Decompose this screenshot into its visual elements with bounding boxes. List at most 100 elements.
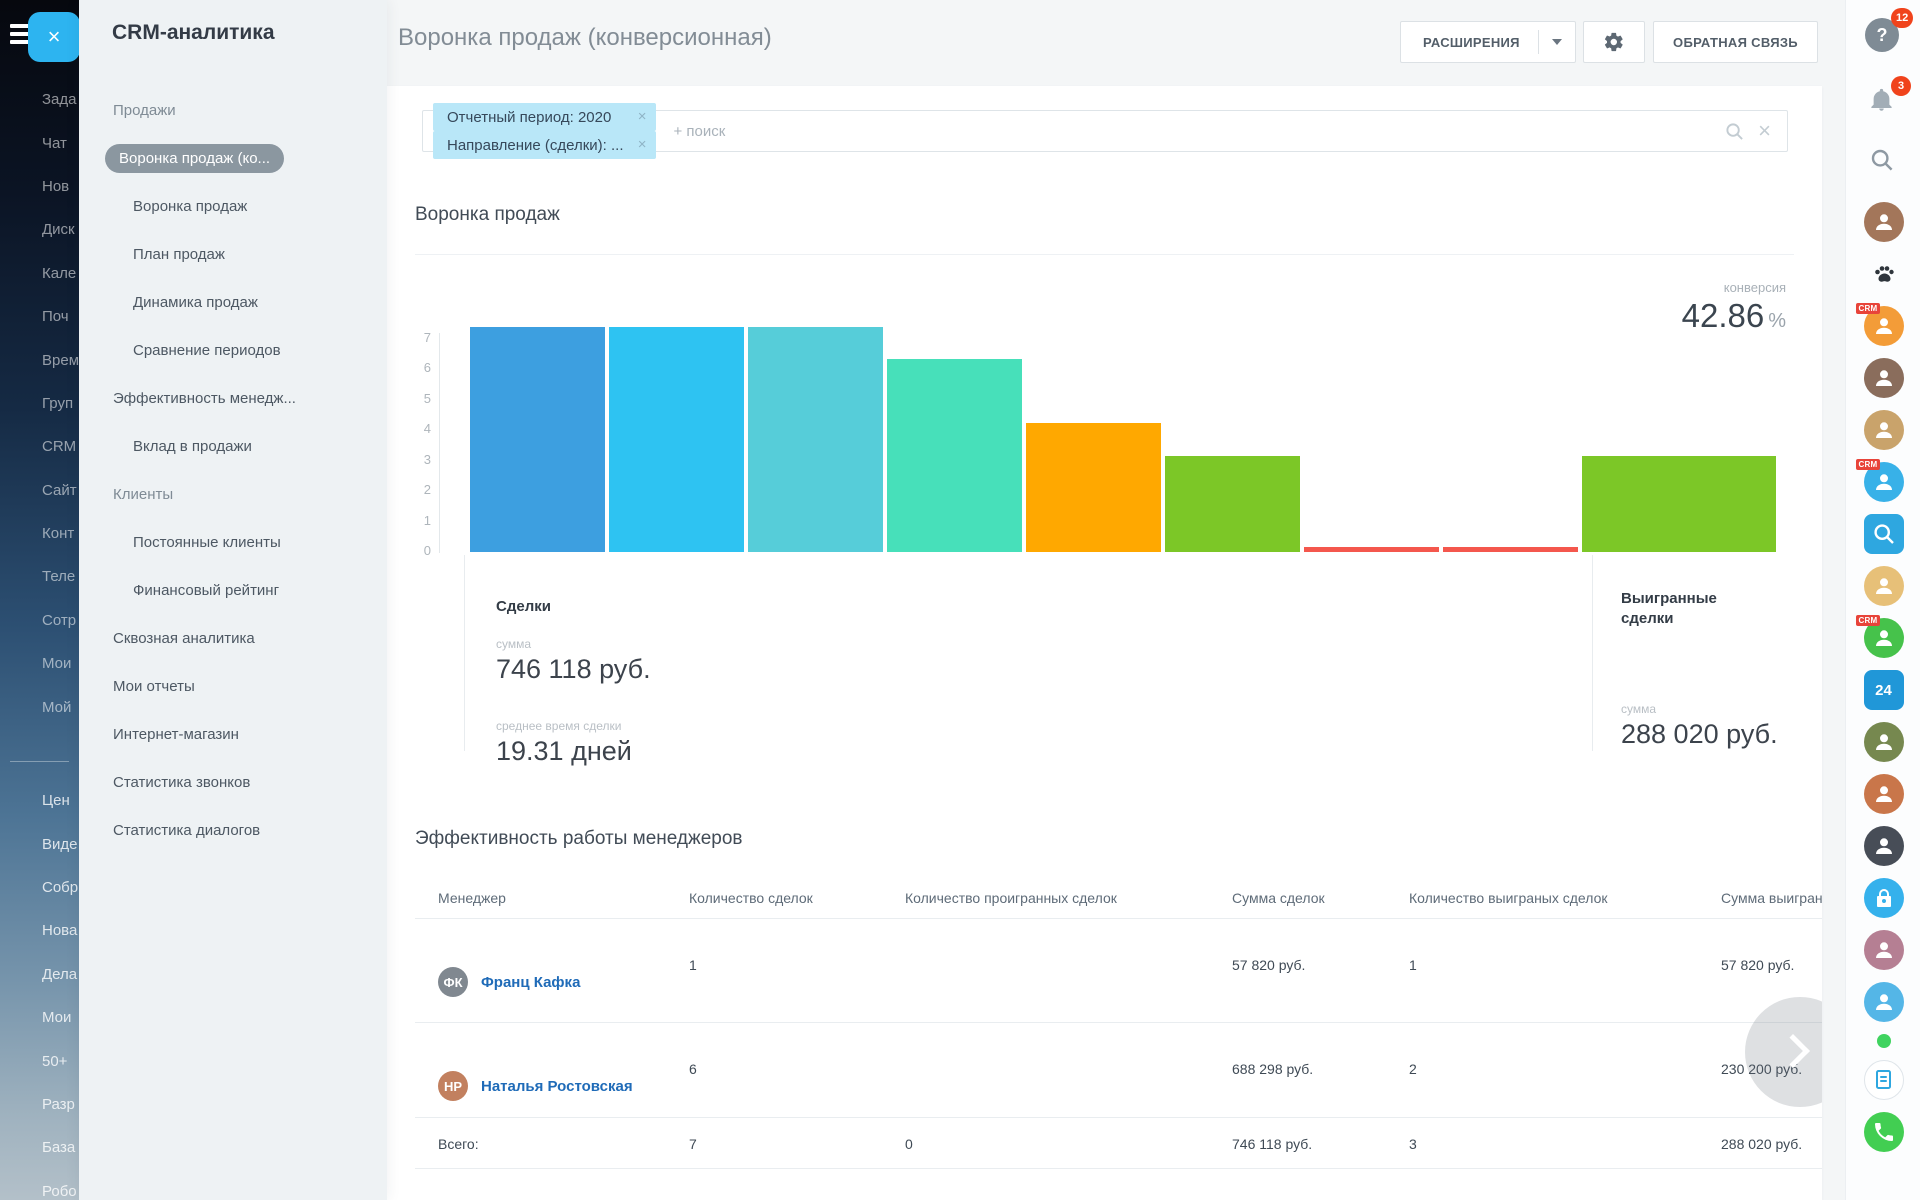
avatar[interactable] (1864, 410, 1904, 450)
funnel-bar[interactable] (470, 327, 605, 552)
funnel-bar[interactable] (1026, 423, 1161, 552)
column-header[interactable]: Количество сделок (666, 874, 882, 919)
column-header[interactable]: Количество проигранных сделок (882, 874, 1209, 919)
left-menu-item[interactable]: Конт (0, 512, 79, 555)
phone-icon[interactable] (1864, 1112, 1904, 1152)
left-menu-item[interactable]: База (0, 1126, 79, 1169)
remove-chip-icon[interactable]: × (638, 108, 647, 125)
lock-icon[interactable] (1864, 878, 1904, 918)
left-menu-item[interactable]: Робо (0, 1170, 79, 1200)
left-menu-item[interactable]: Мои (0, 642, 79, 685)
avatar[interactable] (1864, 358, 1904, 398)
filter-bar[interactable]: Отчетный период: 2020×Направление (сделк… (422, 110, 1788, 152)
sidebar-item[interactable]: Динамика продаж (79, 278, 387, 326)
sidebar-item[interactable]: Статистика звонков (79, 758, 387, 806)
column-header[interactable]: Менеджер (415, 874, 666, 919)
funnel-bar[interactable] (887, 359, 1022, 552)
search-icon[interactable] (1725, 122, 1744, 141)
avatar[interactable] (1864, 982, 1904, 1022)
funnel-bar[interactable] (1165, 456, 1300, 552)
left-menu-item[interactable]: Мой (0, 685, 79, 728)
avatar[interactable] (1864, 722, 1904, 762)
managers-section-title: Эффективность работы менеджеров (415, 828, 743, 850)
left-menu-item[interactable]: Цен (0, 779, 79, 822)
extensions-button[interactable]: РАСШИРЕНИЯ (1400, 21, 1576, 63)
sidebar-item[interactable]: Постоянные клиенты (79, 518, 387, 566)
sidebar-item-selected[interactable]: Воронка продаж (ко... (79, 134, 387, 182)
close-menu-button[interactable]: × (28, 12, 80, 62)
sidebar-item[interactable]: Статистика диалогов (79, 806, 387, 854)
left-menu-item[interactable]: Разр (0, 1083, 79, 1126)
settings-button[interactable] (1583, 21, 1645, 63)
left-menu-item[interactable]: Нов (0, 165, 79, 208)
avatar[interactable] (1864, 566, 1904, 606)
funnel-bar[interactable] (1304, 547, 1439, 552)
left-menu-item[interactable]: Диск (0, 208, 79, 251)
sidebar-item[interactable]: Сквозная аналитика (79, 614, 387, 662)
left-menu-item[interactable]: Чат (0, 121, 79, 164)
total-label: Всего: (415, 1118, 666, 1169)
sidebar-item[interactable]: Мои отчеты (79, 662, 387, 710)
filter-chip[interactable]: Направление (сделки): ...× (433, 131, 656, 159)
funnel-bar[interactable] (1582, 456, 1776, 552)
rail-search-button[interactable] (1870, 148, 1894, 177)
sidebar-item[interactable]: Эффективность менедж... (79, 374, 387, 422)
sidebar-item-label: Воронка продаж (ко... (105, 144, 284, 173)
column-header[interactable]: Сумма выигранных сделок (1698, 874, 1822, 919)
left-menu-item[interactable]: Теле (0, 555, 79, 598)
search-icon[interactable] (1864, 514, 1904, 554)
left-menu-item[interactable]: Собр (0, 866, 79, 909)
left-menu-item[interactable]: Дела (0, 953, 79, 996)
column-header[interactable]: Количество выиграных сделок (1386, 874, 1698, 919)
manager-name[interactable]: Наталья Ростовская (481, 1078, 633, 1095)
paw-icon[interactable] (1864, 254, 1904, 294)
left-menu-item[interactable]: Зада (0, 78, 79, 121)
avatar[interactable]: CRM (1864, 618, 1904, 658)
left-menu-item[interactable]: Сайт (0, 469, 79, 512)
left-menu-item[interactable]: Поч (0, 295, 79, 338)
feedback-button[interactable]: ОБРАТНАЯ СВЯЗЬ (1653, 21, 1818, 63)
table-row: НРНаталья Ростовская6688 298 руб.2230 20… (415, 1023, 1822, 1118)
gear-icon (1603, 31, 1625, 53)
avatar[interactable] (1864, 202, 1904, 242)
avatar[interactable]: CRM (1864, 306, 1904, 346)
left-menu-item[interactable]: 50+ (0, 1039, 79, 1082)
table-cell: 6 (666, 1023, 882, 1118)
extensions-dropdown[interactable] (1539, 39, 1575, 45)
manager-link[interactable]: НРНаталья Ростовская (438, 1071, 666, 1101)
left-menu-item[interactable]: Виде (0, 822, 79, 865)
left-menu-item[interactable]: Врем (0, 338, 79, 381)
search-input[interactable] (666, 123, 1726, 140)
left-menu-item[interactable]: Груп (0, 382, 79, 425)
sidebar-item[interactable]: Вклад в продажи (79, 422, 387, 470)
sidebar-item[interactable]: Сравнение периодов (79, 326, 387, 374)
sidebar-item[interactable]: План продаж (79, 230, 387, 278)
sidebar-item[interactable]: Клиенты (79, 470, 387, 518)
manager-name[interactable]: Франц Кафка (481, 974, 580, 991)
funnel-bar[interactable] (609, 327, 744, 552)
manager-link[interactable]: ФКФранц Кафка (438, 967, 666, 997)
sidebar-item[interactable]: Продажи (79, 86, 387, 134)
left-menu-item[interactable]: Сотр (0, 599, 79, 642)
b24-icon[interactable]: 24 (1864, 670, 1904, 710)
left-menu-item[interactable]: CRM (0, 425, 79, 468)
doc-icon[interactable] (1864, 1060, 1904, 1100)
left-menu-item[interactable]: Мои (0, 996, 79, 1039)
left-menu-item[interactable]: Кале (0, 252, 79, 295)
remove-chip-icon[interactable]: × (638, 136, 647, 153)
status-dot-icon[interactable] (1877, 1034, 1891, 1048)
filter-chip[interactable]: Отчетный период: 2020× (433, 103, 656, 131)
funnel-bar[interactable] (748, 327, 883, 552)
avatar[interactable] (1864, 930, 1904, 970)
column-header[interactable]: Сумма сделок (1209, 874, 1386, 919)
avatar[interactable] (1864, 774, 1904, 814)
notifications-button[interactable] (1868, 86, 1895, 118)
left-menu-item[interactable]: Нова (0, 909, 79, 952)
clear-filter-icon[interactable]: × (1758, 120, 1771, 142)
avatar[interactable] (1864, 826, 1904, 866)
funnel-bar[interactable] (1443, 547, 1578, 552)
sidebar-item[interactable]: Воронка продаж (79, 182, 387, 230)
avatar[interactable]: CRM (1864, 462, 1904, 502)
sidebar-item[interactable]: Финансовый рейтинг (79, 566, 387, 614)
sidebar-item[interactable]: Интернет-магазин (79, 710, 387, 758)
